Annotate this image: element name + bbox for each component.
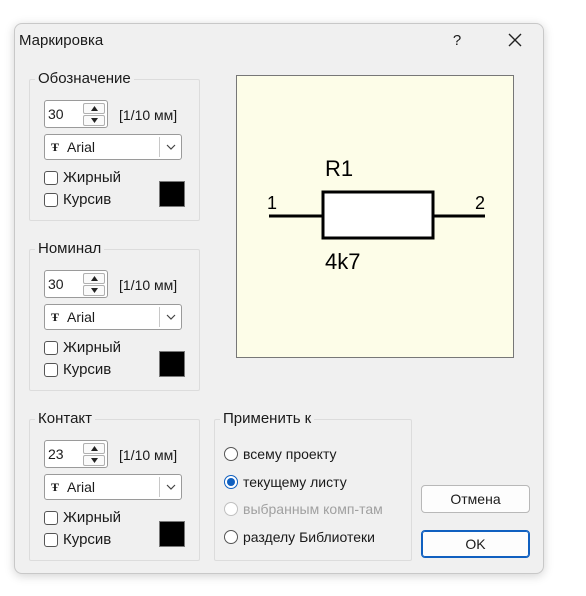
cancel-button[interactable]: Отмена	[421, 485, 530, 513]
bold-checkbox[interactable]: Жирный	[44, 509, 121, 526]
radio-label: всему проекту	[243, 446, 337, 462]
checkbox-box[interactable]	[44, 340, 58, 355]
radio-current-sheet[interactable]: текущему листу	[224, 474, 347, 490]
radio-dot[interactable]	[224, 530, 238, 544]
radio-selected-components: выбранным комп-там	[224, 501, 383, 517]
group-label: Контакт	[35, 410, 96, 427]
color-swatch[interactable]	[159, 351, 185, 377]
resistor-body	[321, 190, 435, 240]
bold-checkbox[interactable]: Жирный	[44, 169, 121, 186]
pin-group: Контакт 23 [1/10 мм] Ŧ Arial Жирный Курс…	[29, 410, 200, 561]
font-select[interactable]: Ŧ Arial	[44, 474, 182, 500]
spin-down-button[interactable]	[83, 115, 105, 126]
italic-checkbox[interactable]: Курсив	[44, 531, 111, 548]
help-button[interactable]: ?	[447, 30, 467, 52]
font-select[interactable]: Ŧ Arial	[44, 304, 182, 330]
arrow-down-icon	[91, 118, 98, 123]
dialog-title: Маркировка	[19, 32, 104, 49]
spin-up-button[interactable]	[83, 103, 105, 114]
size-value[interactable]: 23	[48, 446, 64, 462]
bold-label: Жирный	[63, 339, 122, 356]
spin-down-button[interactable]	[83, 285, 105, 296]
chevron-down-icon[interactable]	[165, 481, 177, 493]
font-name: Arial	[67, 309, 96, 325]
spin-up-button[interactable]	[83, 273, 105, 284]
chevron-down-icon[interactable]	[165, 141, 177, 153]
arrow-up-icon	[91, 106, 98, 111]
italic-checkbox[interactable]: Курсив	[44, 191, 111, 208]
checkbox-box[interactable]	[44, 362, 58, 377]
bold-checkbox[interactable]: Жирный	[44, 339, 121, 356]
italic-label: Курсив	[63, 361, 112, 378]
font-icon: Ŧ	[51, 310, 60, 324]
radio-label: текущему листу	[243, 474, 347, 490]
radio-whole-project[interactable]: всему проекту	[224, 446, 337, 462]
italic-checkbox[interactable]: Курсив	[44, 361, 111, 378]
radio-dot[interactable]	[224, 447, 238, 461]
checkbox-box[interactable]	[44, 192, 58, 207]
italic-label: Курсив	[63, 531, 112, 548]
preview-panel: R1 4k7 1 2	[236, 75, 514, 358]
italic-label: Курсив	[63, 191, 112, 208]
group-label: Номинал	[35, 240, 105, 257]
group-label: Обозначение	[35, 70, 134, 87]
bold-label: Жирный	[63, 169, 122, 186]
checkbox-box[interactable]	[44, 170, 58, 185]
arrow-up-icon	[91, 446, 98, 451]
value-text: 4k7	[325, 249, 360, 274]
checkbox-box[interactable]	[44, 510, 58, 525]
combo-divider	[159, 307, 160, 327]
font-select[interactable]: Ŧ Arial	[44, 134, 182, 160]
combo-divider	[159, 137, 160, 157]
chevron-down-icon[interactable]	[165, 311, 177, 323]
arrow-down-icon	[91, 288, 98, 293]
ok-button[interactable]: OK	[421, 530, 530, 558]
color-swatch[interactable]	[159, 181, 185, 207]
units-label: [1/10 мм]	[119, 107, 178, 123]
units-label: [1/10 мм]	[119, 447, 178, 463]
size-spinner[interactable]: 23	[44, 440, 108, 468]
bold-label: Жирный	[63, 509, 122, 526]
radio-dot	[224, 502, 238, 516]
radio-library-section[interactable]: разделу Библиотеки	[224, 529, 375, 545]
spin-up-button[interactable]	[83, 443, 105, 454]
value-group: Номинал 30 [1/10 мм] Ŧ Arial Жирный Курс…	[29, 240, 200, 391]
units-label: [1/10 мм]	[119, 277, 178, 293]
radio-label: выбранным комп-там	[243, 501, 383, 517]
group-label: Применить к	[220, 410, 315, 427]
designator-group: Обозначение 30 [1/10 мм] Ŧ Arial Жирный …	[29, 70, 200, 221]
font-icon: Ŧ	[51, 480, 60, 494]
size-spinner[interactable]: 30	[44, 270, 108, 298]
font-name: Arial	[67, 479, 96, 495]
close-button[interactable]	[503, 28, 527, 52]
designator-text: R1	[325, 156, 353, 181]
spin-down-button[interactable]	[83, 455, 105, 466]
font-icon: Ŧ	[51, 140, 60, 154]
pin-left-text: 1	[267, 193, 277, 213]
resistor-symbol: R1 4k7 1 2	[267, 156, 485, 274]
size-spinner[interactable]: 30	[44, 100, 108, 128]
apply-group: Применить к всему проекту текущему листу…	[214, 410, 412, 561]
radio-dot[interactable]	[224, 475, 238, 489]
close-icon	[508, 33, 522, 47]
color-swatch[interactable]	[159, 521, 185, 547]
arrow-up-icon	[91, 276, 98, 281]
size-value[interactable]: 30	[48, 276, 64, 292]
checkbox-box[interactable]	[44, 532, 58, 547]
radio-label: разделу Библиотеки	[243, 529, 375, 545]
font-name: Arial	[67, 139, 96, 155]
marking-dialog: Маркировка ? Обозначение 30 [1/10 мм] Ŧ …	[14, 23, 544, 574]
pin-right-text: 2	[475, 193, 485, 213]
combo-divider	[159, 477, 160, 497]
size-value[interactable]: 30	[48, 106, 64, 122]
arrow-down-icon	[91, 458, 98, 463]
